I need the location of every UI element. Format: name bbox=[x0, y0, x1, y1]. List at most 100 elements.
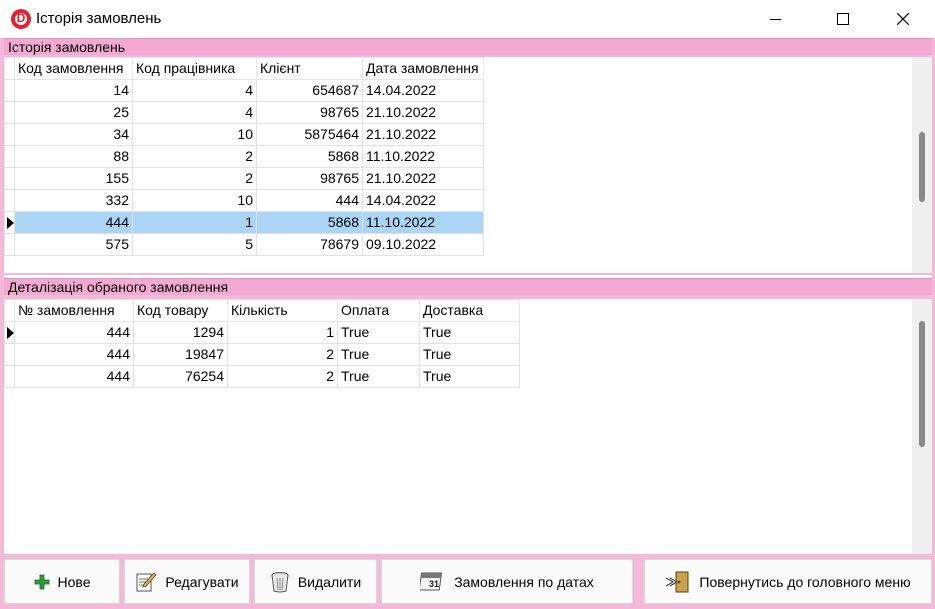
table-row[interactable]: 88 2 5868 11.10.2022 bbox=[4, 145, 484, 168]
table-cell[interactable]: True bbox=[419, 343, 520, 366]
close-button[interactable] bbox=[880, 0, 926, 38]
table-row[interactable]: 25 4 98765 21.10.2022 bbox=[4, 101, 484, 124]
column-header[interactable]: № замовлення bbox=[14, 299, 134, 322]
table-cell[interactable]: True bbox=[419, 365, 520, 388]
table-cell[interactable]: 575 bbox=[14, 233, 133, 256]
table-cell[interactable]: 4 bbox=[132, 101, 257, 124]
column-header[interactable]: Оплата bbox=[337, 299, 420, 322]
table-cell[interactable]: 21.10.2022 bbox=[362, 167, 484, 190]
minimize-icon bbox=[769, 18, 781, 20]
table-row[interactable]: 444 1294 1 True True bbox=[4, 321, 520, 344]
table-cell[interactable]: 5 bbox=[132, 233, 257, 256]
table-cell[interactable]: 444 bbox=[14, 365, 134, 388]
column-header[interactable]: Код товару bbox=[133, 299, 228, 322]
details-scroll-thumb[interactable] bbox=[919, 321, 925, 447]
column-header[interactable]: Доставка bbox=[419, 299, 520, 322]
table-cell[interactable]: 21.10.2022 bbox=[362, 123, 484, 146]
table-cell[interactable]: 1294 bbox=[133, 321, 228, 344]
table-cell[interactable]: 11.10.2022 bbox=[362, 211, 484, 234]
table-cell[interactable]: 5868 bbox=[256, 211, 363, 234]
edit-button-label: Редагувати bbox=[165, 573, 239, 590]
table-row[interactable]: 444 19847 2 True True bbox=[4, 343, 520, 366]
edit-button[interactable]: Редагувати bbox=[124, 559, 250, 604]
orders-grid[interactable]: Код замовлення Код працівника Клієнт Дата з… bbox=[4, 57, 932, 273]
table-cell[interactable]: 25 bbox=[14, 101, 133, 124]
table-cell[interactable]: 76254 bbox=[133, 365, 228, 388]
app-logo-icon: D bbox=[11, 9, 31, 29]
orders-by-dates-button[interactable]: 31 Замовлення по датах bbox=[381, 559, 633, 604]
table-cell[interactable]: 14.04.2022 bbox=[362, 79, 484, 102]
row-indicator bbox=[4, 145, 15, 168]
table-cell[interactable]: 11.10.2022 bbox=[362, 145, 484, 168]
table-row[interactable]: 575 5 78679 09.10.2022 bbox=[4, 233, 484, 256]
table-cell[interactable]: 98765 bbox=[256, 101, 363, 124]
table-cell[interactable]: 88 bbox=[14, 145, 133, 168]
table-cell[interactable]: 1 bbox=[132, 211, 257, 234]
table-cell[interactable]: 2 bbox=[132, 167, 257, 190]
table-cell[interactable]: 332 bbox=[14, 189, 133, 212]
app-logo-letter: D bbox=[16, 11, 26, 25]
delete-button[interactable]: Видалити bbox=[254, 559, 377, 604]
table-cell[interactable]: 78679 bbox=[256, 233, 363, 256]
table-cell[interactable]: 34 bbox=[14, 123, 133, 146]
table-row[interactable]: 444 76254 2 True True bbox=[4, 365, 520, 388]
table-cell[interactable]: 14 bbox=[14, 79, 133, 102]
row-indicator bbox=[4, 321, 15, 344]
orders-scrollbar[interactable] bbox=[912, 57, 932, 273]
back-to-main-menu-button[interactable]: Повернутись до головного меню bbox=[644, 559, 932, 604]
table-cell[interactable]: 2 bbox=[132, 145, 257, 168]
table-row[interactable]: 14 4 654687 14.04.2022 bbox=[4, 79, 484, 102]
table-row[interactable]: 155 2 98765 21.10.2022 bbox=[4, 167, 484, 190]
details-panel-header: Деталізація обраного замовлення bbox=[4, 278, 932, 295]
column-header[interactable]: Клієнт bbox=[256, 57, 363, 80]
table-cell[interactable]: 444 bbox=[256, 189, 363, 212]
table-cell[interactable]: 444 bbox=[14, 211, 133, 234]
details-grid[interactable]: № замовлення Код товару Кількість Оплата Дос… bbox=[4, 299, 932, 554]
current-row-pointer-icon bbox=[7, 216, 14, 229]
table-cell[interactable]: 444 bbox=[14, 321, 134, 344]
table-cell[interactable]: 2 bbox=[227, 343, 338, 366]
table-cell[interactable]: 98765 bbox=[256, 167, 363, 190]
maximize-button[interactable] bbox=[820, 0, 866, 38]
column-header[interactable]: Код працівника bbox=[132, 57, 257, 80]
table-cell[interactable]: 14.04.2022 bbox=[362, 189, 484, 212]
bottom-toolbar: Нове Редагувати Видалити 31 Замовлення п… bbox=[0, 556, 935, 609]
table-cell[interactable]: 444 bbox=[14, 343, 134, 366]
exit-door-icon bbox=[666, 571, 689, 592]
table-cell[interactable]: True bbox=[337, 365, 420, 388]
table-cell[interactable]: 10 bbox=[132, 123, 257, 146]
orders-panel-header: Історія замовлень bbox=[4, 38, 932, 55]
table-row[interactable]: 34 10 5875464 21.10.2022 bbox=[4, 123, 484, 146]
column-header[interactable]: Код замовлення bbox=[14, 57, 133, 80]
close-icon bbox=[897, 13, 909, 25]
table-cell[interactable]: 5868 bbox=[256, 145, 363, 168]
table-cell[interactable]: 654687 bbox=[256, 79, 363, 102]
table-cell[interactable]: 2 bbox=[227, 365, 338, 388]
maximize-icon bbox=[837, 13, 849, 25]
column-header[interactable]: Кількість bbox=[227, 299, 338, 322]
new-button[interactable]: Нове bbox=[4, 559, 120, 604]
table-cell[interactable]: True bbox=[419, 321, 520, 344]
table-cell[interactable]: True bbox=[337, 343, 420, 366]
table-cell[interactable]: 1 bbox=[227, 321, 338, 344]
table-cell[interactable]: 155 bbox=[14, 167, 133, 190]
table-cell[interactable]: 4 bbox=[132, 79, 257, 102]
delete-button-label: Видалити bbox=[297, 573, 362, 590]
table-cell[interactable]: 19847 bbox=[133, 343, 228, 366]
table-row[interactable]: 444 1 5868 11.10.2022 bbox=[4, 211, 484, 234]
row-indicator bbox=[4, 101, 15, 124]
column-header[interactable]: Дата замовлення bbox=[362, 57, 484, 80]
table-cell[interactable]: 10 bbox=[132, 189, 257, 212]
minimize-button[interactable] bbox=[752, 0, 798, 38]
details-table: № замовлення Код товару Кількість Оплата Дос… bbox=[4, 299, 520, 388]
table-row[interactable]: 332 10 444 14.04.2022 bbox=[4, 189, 484, 212]
row-indicator bbox=[4, 79, 15, 102]
details-scrollbar[interactable] bbox=[912, 299, 932, 554]
orders-scroll-thumb[interactable] bbox=[919, 132, 925, 202]
table-cell[interactable]: 5875464 bbox=[256, 123, 363, 146]
orders-header-row: Код замовлення Код працівника Клієнт Дата з… bbox=[4, 57, 484, 80]
table-cell[interactable]: 21.10.2022 bbox=[362, 101, 484, 124]
table-cell[interactable]: 09.10.2022 bbox=[362, 233, 484, 256]
table-cell[interactable]: True bbox=[337, 321, 420, 344]
row-indicator-header bbox=[4, 57, 15, 80]
